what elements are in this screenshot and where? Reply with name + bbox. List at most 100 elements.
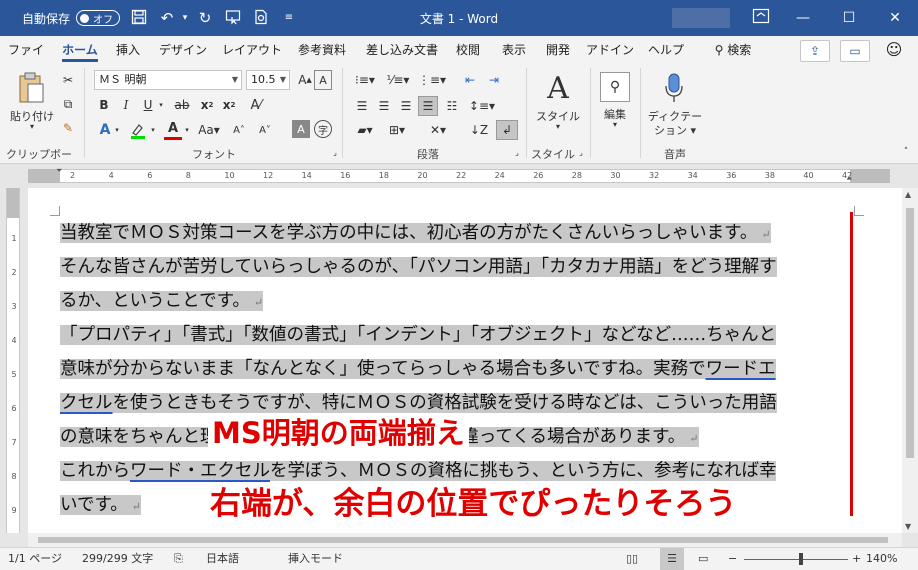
multilevel-list-icon[interactable]: ⋮≡▾ bbox=[418, 70, 446, 90]
text-line[interactable]: 意味が分からないまま「なんとなく」使ってらっしゃる場合も多いですね。実務でワード… bbox=[60, 352, 860, 386]
undo-icon[interactable]: ↶ bbox=[158, 9, 176, 27]
font-size-field[interactable]: 10.5 ▼ bbox=[246, 70, 290, 90]
tab-review[interactable]: 校閲 bbox=[450, 36, 486, 64]
collapse-ribbon-icon[interactable]: ˄ bbox=[900, 146, 912, 158]
selected-text[interactable]: 当教室でＭＯＳ対策コースを学ぶ方の中には、初心者の方がたくさんいらっしゃいます。… bbox=[60, 223, 771, 243]
autosave-toggle[interactable]: オフ bbox=[76, 10, 121, 26]
redo-icon[interactable]: ↻ bbox=[196, 9, 214, 27]
search-box[interactable]: ⚲ 検索 bbox=[700, 36, 766, 64]
paragraph-dialog-launcher-icon[interactable]: ⌟ bbox=[512, 146, 522, 158]
tab-addins[interactable]: アドイン bbox=[586, 36, 634, 64]
ribbon-display-icon[interactable] bbox=[752, 8, 770, 26]
print-preview-icon[interactable] bbox=[252, 9, 270, 27]
enclose-character-icon[interactable]: 字 bbox=[314, 120, 332, 138]
selected-text[interactable]: これからワード・エクセルを学ぼう、ＭＯＳの資格に挑もう、という方に、参考になれば… bbox=[60, 461, 777, 481]
strikethrough-icon[interactable]: ab bbox=[172, 96, 192, 114]
tab-file[interactable]: ファイル bbox=[4, 36, 48, 85]
borders-icon[interactable]: ⊞▾ bbox=[384, 120, 410, 140]
subscript-icon[interactable]: x2 bbox=[198, 96, 216, 114]
styles-icon[interactable]: A bbox=[540, 70, 576, 106]
tab-mailings[interactable]: 差し込み文書 bbox=[362, 36, 442, 64]
tab-home[interactable]: ホーム bbox=[56, 36, 104, 64]
document-page[interactable]: 当教室でＭＯＳ対策コースを学ぶ方の中には、初心者の方がたくさんいらっしゃいます。… bbox=[28, 188, 902, 533]
maximize-button[interactable]: ☐ bbox=[826, 0, 872, 36]
tab-references[interactable]: 参考資料 bbox=[290, 36, 354, 64]
justify-icon[interactable]: ☰ bbox=[418, 96, 438, 116]
text-line[interactable]: 当教室でＭＯＳ対策コースを学ぶ方の中には、初心者の方がたくさんいらっしゃいます。… bbox=[60, 216, 860, 250]
selected-text[interactable]: そんな皆さんが苦労していらっしゃるのが、「パソコン用語」「カタカナ用語」をどう理… bbox=[60, 257, 777, 277]
align-right-icon[interactable]: ☰ bbox=[396, 96, 416, 116]
clear-format-icon[interactable]: A bbox=[314, 70, 332, 90]
smiley-icon[interactable]: ☺ bbox=[880, 36, 908, 64]
tab-insert[interactable]: 挿入 bbox=[110, 36, 146, 64]
insert-mode[interactable]: 挿入モード bbox=[288, 548, 343, 570]
highlight-icon[interactable] bbox=[128, 120, 148, 140]
chevron-down-icon[interactable]: ▾ bbox=[594, 120, 636, 129]
share-button[interactable]: ⇪ bbox=[800, 40, 830, 62]
font-name-field[interactable]: ＭＳ 明朝 ▼ bbox=[94, 70, 242, 90]
chevron-down-icon[interactable]: ▾ bbox=[112, 120, 122, 140]
find-icon[interactable]: ⚲ bbox=[600, 72, 630, 102]
minimize-button[interactable]: — bbox=[780, 0, 826, 36]
paste-icon[interactable] bbox=[14, 70, 48, 106]
sort-icon[interactable]: ↓Z bbox=[468, 120, 490, 140]
vertical-scroll-thumb[interactable] bbox=[906, 208, 914, 458]
touch-mode-icon[interactable] bbox=[224, 9, 242, 27]
dictate-label-2[interactable]: ション ▾ bbox=[646, 122, 704, 138]
right-indent-marker-icon[interactable]: ⏶ bbox=[846, 174, 852, 184]
change-case-icon[interactable]: Aa▾ bbox=[196, 120, 222, 140]
tab-layout[interactable]: レイアウト bbox=[220, 36, 284, 64]
proofing-icon[interactable]: ⎘ bbox=[174, 548, 183, 570]
scroll-down-icon[interactable]: ▼ bbox=[905, 522, 911, 531]
read-mode-icon[interactable]: ▯▯ bbox=[626, 548, 638, 570]
underline-icon[interactable]: U bbox=[140, 96, 156, 114]
grow-font-icon-2[interactable]: A˄ bbox=[232, 120, 246, 140]
vertical-scrollbar[interactable]: ▲ ▼ bbox=[902, 188, 918, 533]
print-layout-icon[interactable]: ☰ bbox=[660, 548, 684, 570]
shrink-font-icon[interactable]: A˅ bbox=[258, 120, 272, 140]
scroll-up-icon[interactable]: ▲ bbox=[905, 190, 911, 199]
account-area[interactable] bbox=[672, 8, 730, 28]
superscript-icon[interactable]: x2 bbox=[220, 96, 238, 114]
line-spacing-icon[interactable]: ↕≡▾ bbox=[468, 96, 496, 116]
save-icon[interactable] bbox=[130, 9, 148, 27]
chevron-down-icon[interactable]: ▾ bbox=[530, 122, 586, 131]
zoom-slider-thumb[interactable] bbox=[799, 553, 804, 565]
horizontal-scrollbar[interactable] bbox=[28, 533, 902, 547]
distributed-icon[interactable]: ☷ bbox=[442, 96, 462, 116]
indent-marker-icon[interactable]: ⏷ bbox=[56, 166, 62, 176]
selected-text[interactable]: クセルを使うときもそうですが、特にＭＯＳの資格試験を受ける時などは、こういった用… bbox=[60, 393, 777, 413]
web-layout-icon[interactable]: ▭ bbox=[698, 548, 708, 570]
paste-dropdown-icon[interactable]: ▾ bbox=[6, 122, 58, 131]
tab-developer[interactable]: 開発 bbox=[540, 36, 576, 64]
grow-font-icon[interactable]: A ▲ bbox=[296, 70, 314, 90]
language[interactable]: 日本語 bbox=[206, 548, 239, 570]
show-marks-icon[interactable]: ↲ bbox=[496, 120, 518, 140]
align-left-icon[interactable]: ☰ bbox=[352, 96, 372, 116]
zoom-in-icon[interactable]: + bbox=[852, 548, 861, 570]
word-count[interactable]: 299/299 文字 bbox=[82, 548, 153, 570]
chevron-down-icon[interactable]: ▾ bbox=[148, 120, 158, 140]
undo-dropdown-icon[interactable]: ▾ bbox=[176, 9, 194, 27]
chevron-down-icon[interactable]: ▾ bbox=[182, 120, 192, 140]
bullets-icon[interactable]: ⁝≡▾ bbox=[352, 70, 378, 90]
autosave[interactable]: 自動保存 オフ bbox=[22, 0, 121, 36]
zoom-level[interactable]: 140% bbox=[866, 548, 897, 570]
asian-layout-icon[interactable]: ✕▾ bbox=[424, 120, 452, 140]
horizontal-ruler[interactable]: 2 4 6 8 10 12 14 16 18 20 22 24 26 28 30 32 34 36 38 40 42 ⏷… bbox=[0, 164, 918, 188]
shading-icon[interactable]: ▰▾ bbox=[352, 120, 378, 140]
text-effects-icon[interactable]: A⁄ bbox=[246, 96, 266, 114]
format-painter-icon[interactable]: ✎ bbox=[60, 120, 76, 136]
style-dialog-launcher-icon[interactable]: ⌟ bbox=[576, 146, 586, 158]
comments-button[interactable]: ▭ bbox=[840, 40, 870, 62]
font-dialog-launcher-icon[interactable]: ⌟ bbox=[330, 146, 340, 158]
italic-icon[interactable]: I bbox=[118, 96, 134, 114]
text-line[interactable]: そんな皆さんが苦労していらっしゃるのが、「パソコン用語」「カタカナ用語」をどう理… bbox=[60, 250, 860, 284]
page-count[interactable]: 1/1 ページ bbox=[8, 548, 62, 570]
tab-view[interactable]: 表示 bbox=[496, 36, 532, 64]
font-color-icon[interactable]: A bbox=[164, 120, 182, 140]
decrease-indent-icon[interactable]: ⇤ bbox=[460, 70, 480, 90]
microphone-icon[interactable] bbox=[660, 70, 688, 106]
text-line[interactable]: 「プロパティ」「書式」「数値の書式」「インデント」「オブジェクト」などなど……ち… bbox=[60, 318, 860, 352]
character-shading-icon[interactable]: A bbox=[292, 120, 310, 138]
